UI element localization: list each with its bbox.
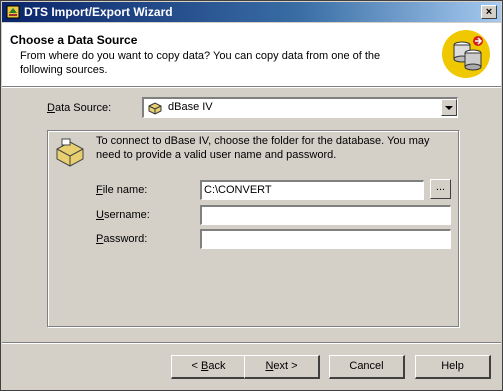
data-source-value: dBase IV bbox=[168, 101, 213, 113]
close-icon: × bbox=[485, 6, 493, 18]
wizard-header: Choose a Data Source From where do you w… bbox=[2, 23, 501, 87]
next-button[interactable]: Next > bbox=[244, 355, 320, 379]
username-input[interactable] bbox=[200, 205, 451, 225]
data-source-label: Data Source: bbox=[47, 102, 112, 114]
footer-divider bbox=[2, 342, 501, 344]
file-name-label: File name: bbox=[96, 184, 148, 196]
file-name-input[interactable]: C:\CONVERT bbox=[200, 180, 424, 200]
dts-app-icon bbox=[6, 5, 20, 19]
dbase-icon bbox=[148, 102, 162, 115]
window-title: DTS Import/Export Wizard bbox=[24, 5, 173, 19]
data-source-select[interactable]: dBase IV bbox=[142, 97, 458, 118]
help-button[interactable]: Help bbox=[415, 355, 491, 379]
connection-description: To connect to dBase IV, choose the folde… bbox=[96, 135, 430, 161]
password-label: Password: bbox=[96, 233, 148, 245]
page-description: From where do you want to copy data? You… bbox=[20, 50, 381, 76]
header-divider bbox=[2, 87, 501, 88]
close-button[interactable]: × bbox=[481, 5, 497, 19]
wizard-window: DTS Import/Export Wizard × Choose a Data… bbox=[0, 0, 503, 391]
password-input[interactable] bbox=[200, 229, 451, 249]
username-label: Username: bbox=[96, 209, 150, 221]
browse-button[interactable]: ... bbox=[430, 179, 451, 199]
back-button[interactable]: < Back bbox=[171, 355, 247, 379]
page-title: Choose a Data Source bbox=[10, 33, 138, 47]
title-bar[interactable]: DTS Import/Export Wizard × bbox=[2, 2, 501, 22]
chevron-down-icon[interactable] bbox=[441, 99, 457, 116]
connection-group: To connect to dBase IV, choose the folde… bbox=[47, 130, 459, 327]
cancel-button[interactable]: Cancel bbox=[329, 355, 405, 379]
folder-connection-icon bbox=[56, 138, 84, 167]
database-transfer-icon bbox=[442, 30, 490, 78]
